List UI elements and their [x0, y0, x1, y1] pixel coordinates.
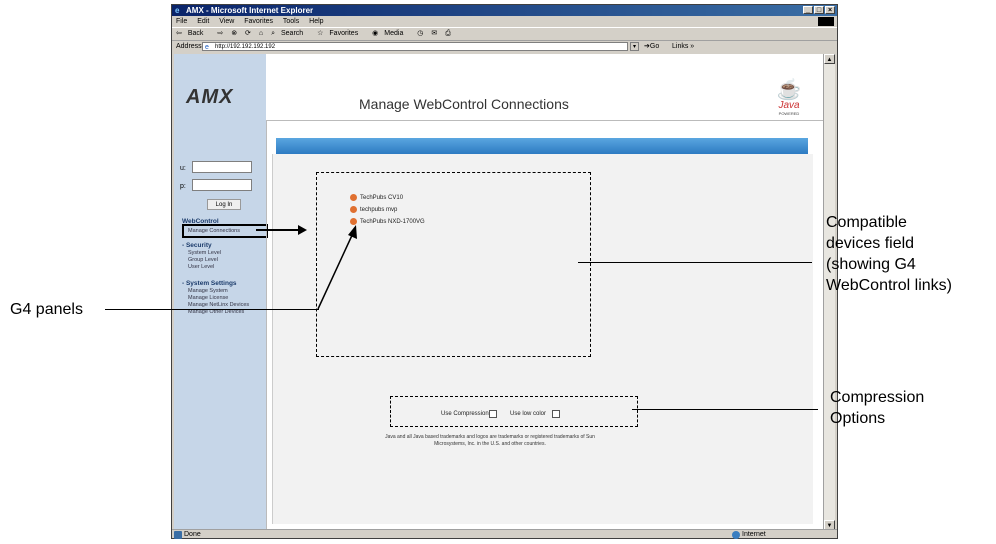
sidebar: AMX u: p: Log In WebControl Manage Conne…	[174, 54, 268, 530]
back-button[interactable]: ⇦ Back	[176, 30, 209, 37]
home-button[interactable]: ⌂	[259, 30, 263, 37]
globe-icon	[732, 531, 740, 539]
back-arrow-icon: ⇦	[176, 30, 182, 37]
media-button[interactable]: ◉ Media	[372, 30, 409, 37]
password-input[interactable]	[192, 179, 252, 191]
leader-line	[632, 409, 818, 410]
ie-icon: e	[175, 6, 180, 15]
address-dropdown[interactable]: ▾	[630, 42, 639, 51]
menu-view[interactable]: View	[219, 18, 234, 25]
low-color-label: Use low color	[510, 411, 547, 417]
link-icon	[350, 194, 357, 201]
device-link[interactable]: techpubs mvp	[350, 206, 397, 213]
maximize-button[interactable]: □	[814, 6, 824, 14]
address-bar: Address e http://192.192.192.192 ▾ ➔Go L…	[172, 41, 837, 53]
header-bar	[276, 138, 808, 155]
nav-item-manage-system[interactable]: Manage System	[188, 288, 228, 294]
favorites-button[interactable]: ☆ Favorites	[317, 30, 364, 37]
toolbar: ⇦ Back ⇨ ⊗ ⟳ ⌂ ⌕ Search ☆ Favorites ◉ Media …	[172, 28, 837, 41]
compression-label: Use Compression	[441, 411, 489, 417]
nav-section-system-settings[interactable]: - System Settings	[182, 280, 237, 287]
menu-bar: File Edit View Favorites Tools Help	[172, 16, 837, 28]
menu-edit[interactable]: Edit	[197, 18, 209, 25]
link-icon	[350, 206, 357, 213]
callout-compression-options: Compression Options	[830, 389, 925, 427]
history-button[interactable]: ◷	[417, 30, 423, 37]
java-disclaimer: Java and all Java based trademarks and l…	[385, 434, 595, 447]
low-color-checkbox[interactable]	[552, 410, 560, 418]
password-label: p:	[180, 183, 186, 190]
page-viewport: AMX u: p: Log In WebControl Manage Conne…	[174, 54, 825, 530]
compression-checkbox[interactable]	[489, 410, 497, 418]
minimize-button[interactable]: _	[803, 6, 813, 14]
close-button[interactable]: ×	[825, 6, 835, 14]
page-done-icon	[174, 531, 182, 539]
browser-window: e AMX - Microsoft Internet Explorer _ □ …	[171, 4, 838, 539]
g4-arrow	[317, 225, 357, 310]
address-label: Address	[176, 43, 202, 50]
status-text: Done	[184, 531, 201, 538]
search-button[interactable]: ⌕ Search	[271, 30, 309, 37]
links-button[interactable]: Links »	[672, 41, 694, 53]
menu-file[interactable]: File	[176, 18, 187, 25]
nav-item-system-level[interactable]: System Level	[188, 250, 221, 256]
java-cup-icon: ☕	[776, 79, 802, 101]
menu-favorites[interactable]: Favorites	[244, 18, 273, 25]
windows-logo-icon	[818, 17, 834, 26]
security-zone: Internet	[732, 530, 766, 540]
java-powered-logo: ☕ Java POWERED	[772, 79, 806, 125]
window-title: AMX - Microsoft Internet Explorer	[186, 6, 314, 15]
address-input[interactable]: e http://192.192.192.192	[202, 42, 628, 51]
go-button[interactable]: ➔Go	[644, 41, 659, 53]
leader-line	[105, 309, 319, 310]
stop-button[interactable]: ⊗	[231, 30, 237, 37]
callout-compatible-devices: Compatible devices field (showing G4 Web…	[826, 214, 952, 294]
nav-item-manage-netlinx-devices[interactable]: Manage NetLinx Devices	[188, 302, 249, 308]
username-input[interactable]	[192, 161, 252, 173]
refresh-button[interactable]: ⟳	[245, 30, 251, 37]
device-link[interactable]: TechPubs CV10	[350, 194, 403, 201]
nav-item-group-level[interactable]: Group Level	[188, 257, 218, 263]
search-icon: ⌕	[271, 30, 275, 37]
status-bar: Done Internet	[172, 529, 837, 540]
leader-line	[256, 229, 302, 231]
nav-item-manage-connections[interactable]: Manage Connections	[188, 228, 240, 234]
amx-logo: AMX	[186, 86, 234, 108]
nav-item-user-level[interactable]: User Level	[188, 264, 214, 270]
leader-line	[578, 262, 812, 263]
java-powered-text: POWERED	[778, 111, 800, 116]
page-title: Manage WebControl Connections	[359, 96, 569, 112]
nav-item-manage-license[interactable]: Manage License	[188, 295, 228, 301]
callout-g4-panels: G4 panels	[10, 301, 83, 318]
login-button[interactable]: Log In	[207, 199, 241, 210]
title-bar: e AMX - Microsoft Internet Explorer _ □ …	[172, 5, 837, 16]
menu-help[interactable]: Help	[309, 18, 323, 25]
star-icon: ☆	[317, 30, 324, 37]
mail-button[interactable]: ✉	[431, 30, 437, 37]
forward-button[interactable]: ⇨	[217, 30, 223, 37]
user-label: u:	[180, 165, 186, 172]
address-value: http://192.192.192.192	[215, 44, 276, 50]
print-button[interactable]: ⎙	[445, 30, 451, 37]
menu-tools[interactable]: Tools	[283, 18, 299, 25]
page-icon: e	[205, 44, 209, 51]
scroll-up-arrow-icon[interactable]: ▲	[824, 54, 835, 64]
java-wordmark: Java	[778, 100, 800, 111]
arrow-head-icon	[298, 225, 307, 235]
media-icon: ◉	[372, 30, 379, 37]
nav-section-security[interactable]: - Security	[182, 242, 212, 249]
